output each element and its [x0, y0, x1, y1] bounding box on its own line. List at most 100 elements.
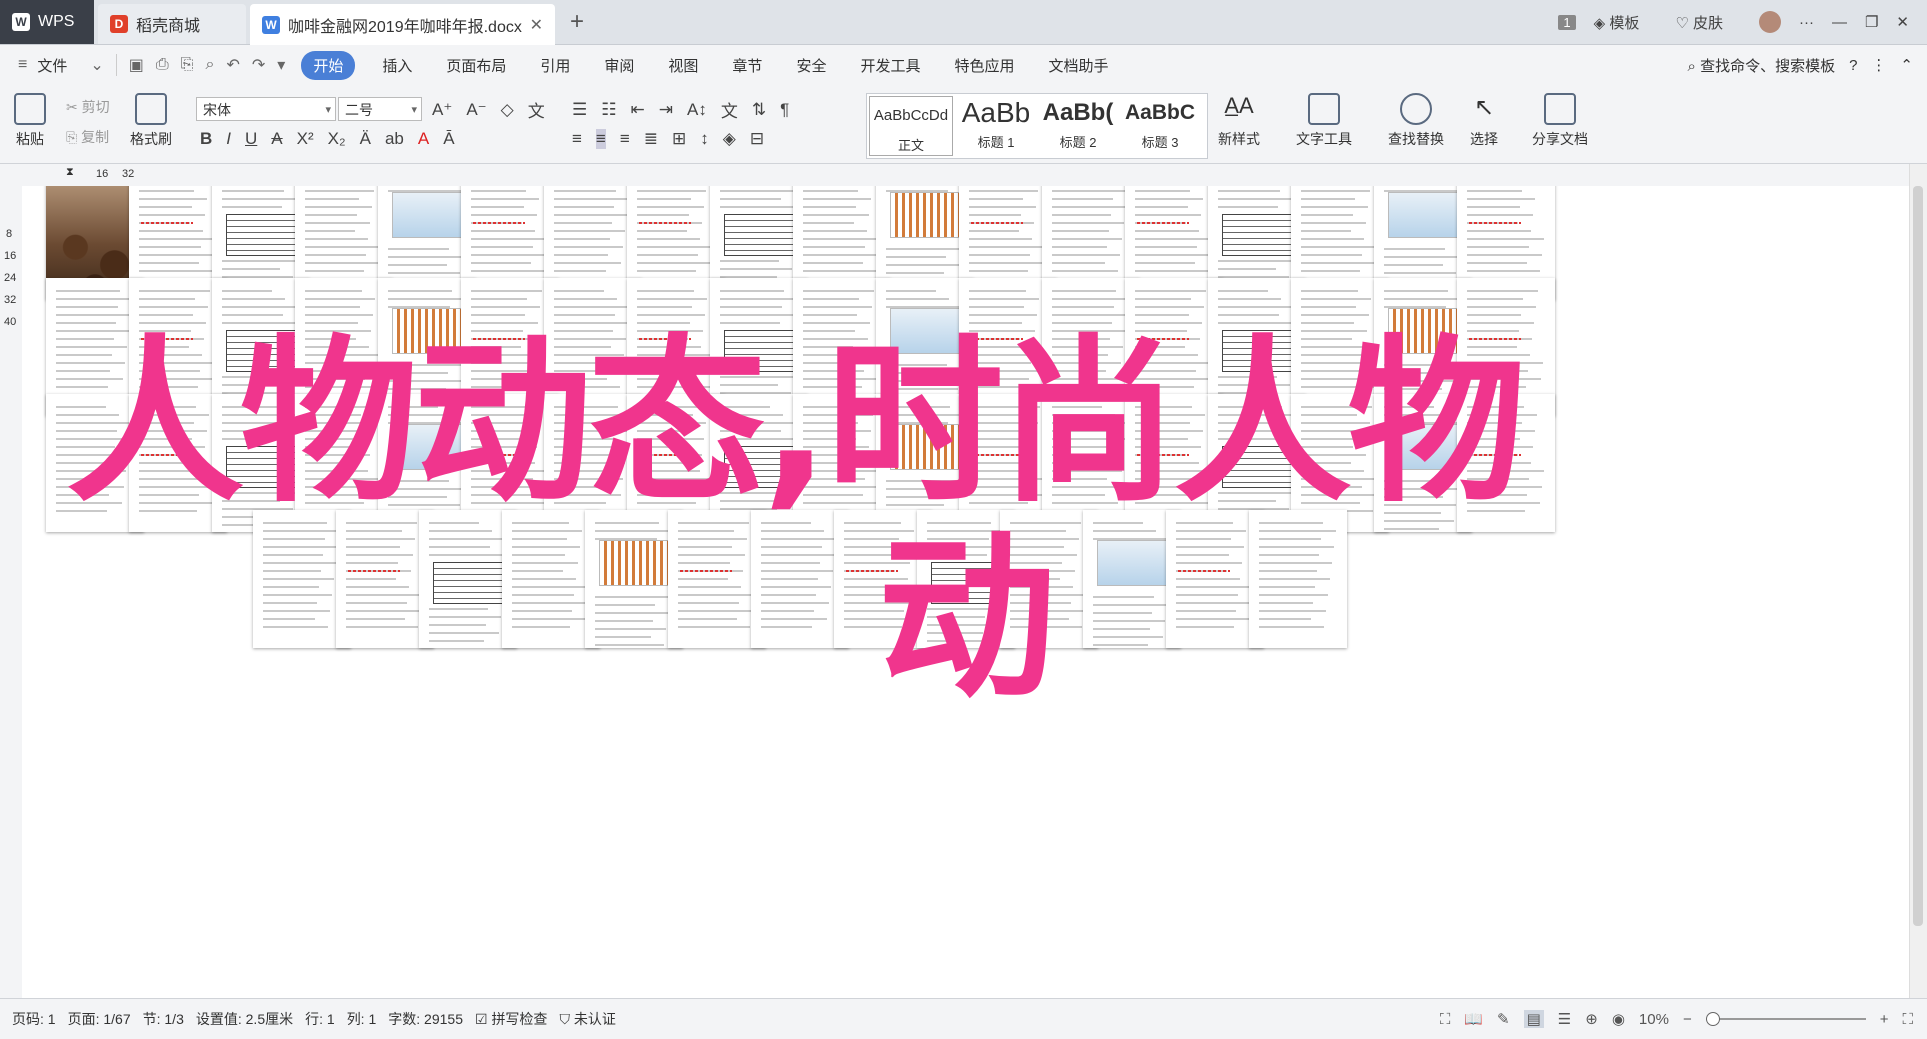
- tab-docer-shop[interactable]: D 稻壳商城: [98, 4, 246, 44]
- format-painter-button[interactable]: 格式刷: [130, 93, 172, 149]
- status-pages[interactable]: 页面: 1/67: [68, 1009, 131, 1029]
- menu-home[interactable]: 开始: [301, 50, 356, 80]
- restore-icon[interactable]: ❐: [1865, 13, 1878, 31]
- underline-icon[interactable]: U: [245, 129, 257, 149]
- distribute-icon[interactable]: ⊞: [672, 129, 686, 149]
- export-pdf-icon[interactable]: ⎙: [156, 56, 169, 74]
- certification-button[interactable]: ⛉ 未认证: [559, 1009, 615, 1029]
- menu-special-apps[interactable]: 特色应用: [954, 55, 1014, 76]
- style-normal[interactable]: AaBbCcDd 正文: [869, 96, 953, 156]
- align-left-icon[interactable]: ≡: [572, 129, 582, 149]
- style-heading-3[interactable]: AaBbC 标题 3: [1119, 94, 1201, 158]
- fit-page-icon[interactable]: ⛶: [1902, 1011, 1913, 1028]
- more-icon[interactable]: ⋮: [1871, 56, 1886, 74]
- char-shading-icon[interactable]: Ā: [443, 129, 454, 149]
- close-tab-icon[interactable]: ✕: [530, 15, 543, 35]
- subscript-icon[interactable]: X₂: [328, 129, 346, 149]
- page-view-icon[interactable]: ▤: [1523, 1010, 1544, 1028]
- select-button[interactable]: ↖ 选择: [1468, 93, 1500, 149]
- customize-icon[interactable]: ▾: [277, 55, 285, 75]
- strikethrough-icon[interactable]: A: [271, 129, 282, 149]
- zoom-slider[interactable]: [1705, 1012, 1866, 1026]
- numbered-list-icon[interactable]: ☷: [601, 100, 616, 120]
- indent-marker-icon[interactable]: ⧗: [66, 166, 74, 179]
- eye-protect-icon[interactable]: ◉: [1612, 1010, 1625, 1028]
- zoom-out-icon[interactable]: −: [1683, 1011, 1692, 1028]
- fullscreen-icon[interactable]: ⛶: [1440, 1011, 1451, 1028]
- menu-view[interactable]: 视图: [668, 55, 698, 76]
- web-view-icon[interactable]: ⊕: [1585, 1010, 1598, 1028]
- skin-button[interactable]: ♡ 皮肤: [1675, 12, 1741, 33]
- save-icon[interactable]: ▣: [129, 55, 144, 75]
- menu-review[interactable]: 审阅: [604, 55, 634, 76]
- font-color-icon[interactable]: A: [418, 129, 429, 149]
- close-window-icon[interactable]: ✕: [1896, 13, 1909, 31]
- zoom-level[interactable]: 10%: [1639, 1011, 1669, 1028]
- spell-check-button[interactable]: ☑ 拼写检查: [475, 1009, 547, 1029]
- justify-icon[interactable]: ≣: [644, 129, 658, 149]
- copy-button[interactable]: ⎘ 复制: [66, 127, 109, 147]
- status-section[interactable]: 节: 1/3: [143, 1009, 184, 1029]
- page-thumbnail[interactable]: [1249, 510, 1347, 648]
- cut-button[interactable]: ✂ 剪切: [66, 97, 110, 117]
- status-row[interactable]: 行: 1: [305, 1009, 335, 1029]
- template-button[interactable]: ◈ 模板: [1594, 12, 1658, 33]
- align-right-icon[interactable]: ≡: [620, 129, 630, 149]
- superscript-icon[interactable]: X²: [297, 129, 314, 149]
- status-words[interactable]: 字数: 29155: [388, 1009, 463, 1029]
- menu-file[interactable]: 文件: [37, 55, 67, 76]
- reading-mode-icon[interactable]: 📖: [1464, 1010, 1483, 1028]
- menu-insert[interactable]: 插入: [382, 55, 412, 76]
- text-effect-icon[interactable]: Ä: [360, 129, 371, 149]
- decrease-indent-icon[interactable]: ⇤: [631, 100, 645, 120]
- style-heading-2[interactable]: AaBb( 标题 2: [1037, 94, 1119, 158]
- shading-icon[interactable]: ◈: [723, 129, 736, 149]
- style-heading-1[interactable]: AaBb 标题 1: [955, 94, 1037, 158]
- menu-security[interactable]: 安全: [796, 55, 826, 76]
- clear-format-icon[interactable]: ◇: [501, 100, 514, 120]
- text-tools-button[interactable]: 文字工具: [1296, 93, 1352, 149]
- align-center-icon[interactable]: ≡: [595, 129, 606, 149]
- zoom-in-icon[interactable]: +: [1880, 1011, 1889, 1028]
- chinese-layout-icon[interactable]: 文: [721, 97, 738, 122]
- status-page[interactable]: 页码: 1: [12, 1009, 56, 1029]
- menu-developer[interactable]: 开发工具: [860, 55, 920, 76]
- new-tab-icon[interactable]: +: [570, 8, 584, 36]
- tab-wps-home[interactable]: W WPS: [0, 0, 94, 44]
- bold-icon[interactable]: B: [200, 129, 212, 149]
- menu-page-layout[interactable]: 页面布局: [446, 55, 506, 76]
- paste-button[interactable]: 粘贴: [14, 93, 46, 149]
- bullet-list-icon[interactable]: ☰: [572, 100, 587, 120]
- undo-icon[interactable]: ↶: [226, 55, 239, 75]
- find-replace-button[interactable]: 查找替换: [1388, 93, 1444, 149]
- vertical-scrollbar[interactable]: [1909, 164, 1927, 998]
- page-count-badge[interactable]: 1: [1558, 14, 1576, 30]
- document-workspace[interactable]: 人物动态,时尚人物 动: [22, 186, 1910, 998]
- show-marks-icon[interactable]: ¶: [780, 100, 789, 120]
- redo-icon[interactable]: ↷: [252, 55, 265, 75]
- new-style-button[interactable]: A̲A 新样式: [1218, 93, 1260, 149]
- write-mode-icon[interactable]: ✎: [1497, 1010, 1510, 1028]
- menu-references[interactable]: 引用: [540, 55, 570, 76]
- status-setting[interactable]: 设置值: 2.5厘米: [196, 1009, 293, 1029]
- hamburger-icon[interactable]: ≡: [18, 56, 27, 74]
- scroll-thumb[interactable]: [1913, 186, 1923, 926]
- text-direction-icon[interactable]: A↕: [687, 100, 707, 120]
- chevron-down-icon[interactable]: ⌄: [90, 55, 103, 75]
- font-size-select[interactable]: 二号: [338, 97, 422, 122]
- print-preview-icon[interactable]: ⌕: [206, 56, 215, 74]
- phonetic-icon[interactable]: 文: [528, 97, 545, 122]
- print-icon[interactable]: ⎘: [181, 56, 194, 74]
- share-doc-button[interactable]: 分享文档: [1532, 93, 1588, 149]
- tab-document[interactable]: W 咖啡金融网2019年咖啡年报.docx ✕: [250, 4, 555, 45]
- minimize-icon[interactable]: —: [1832, 14, 1847, 31]
- highlight-icon[interactable]: ab: [385, 129, 404, 149]
- outline-view-icon[interactable]: ☰: [1558, 1010, 1571, 1028]
- font-name-select[interactable]: 宋体: [196, 97, 336, 122]
- italic-icon[interactable]: I: [226, 129, 231, 149]
- grow-font-icon[interactable]: A⁺: [432, 100, 452, 120]
- menu-section[interactable]: 章节: [732, 55, 762, 76]
- zoom-slider-knob[interactable]: [1705, 1012, 1720, 1026]
- line-spacing-icon[interactable]: ↕: [700, 129, 709, 149]
- borders-icon[interactable]: ⊟: [750, 129, 764, 149]
